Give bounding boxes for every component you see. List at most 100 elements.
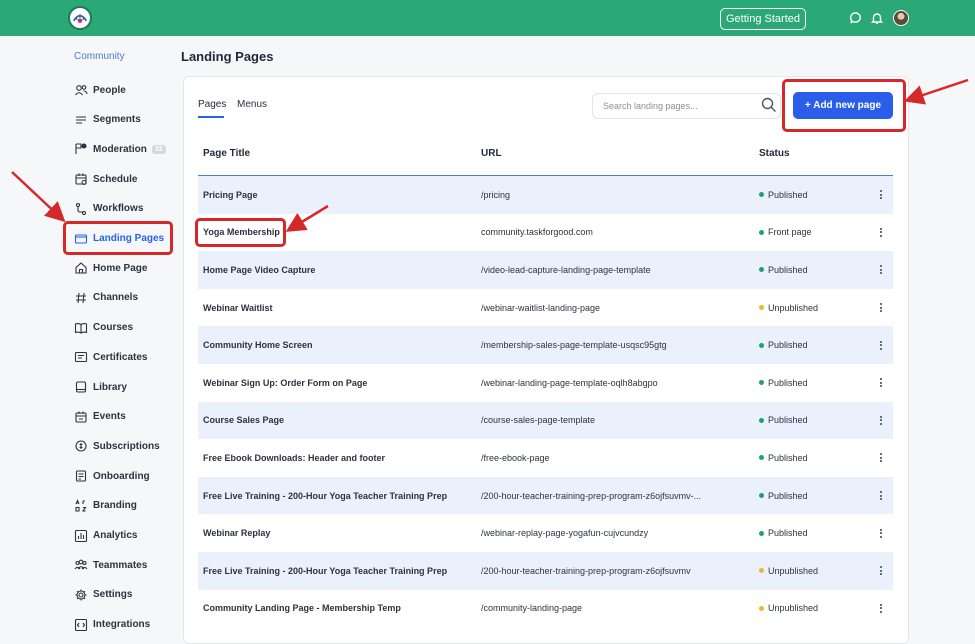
- more-options-icon[interactable]: [878, 225, 884, 239]
- sidebar-item-moderation[interactable]: Moderation 32: [74, 139, 166, 159]
- branding-icon: [74, 498, 88, 513]
- table-row[interactable]: Free Live Training - 200-Hour Yoga Teach…: [198, 476, 893, 515]
- sidebar-item-teammates[interactable]: Teammates: [74, 555, 147, 575]
- page-title-cell[interactable]: Webinar Sign Up: Order Form on Page: [203, 378, 473, 388]
- certificate-icon: [74, 350, 88, 364]
- table-row[interactable]: Webinar Waitlist/webinar-waitlist-landin…: [198, 289, 893, 327]
- sidebar-item-settings[interactable]: Settings: [74, 585, 132, 605]
- more-options-icon[interactable]: [878, 376, 884, 390]
- url-cell: /pricing: [481, 189, 511, 200]
- integrations-icon: [74, 618, 88, 632]
- status-dot: [759, 229, 764, 235]
- sidebar-item-label: People: [93, 84, 126, 96]
- sidebar-item-analytics[interactable]: Analytics: [74, 526, 137, 546]
- sidebar-item-label: Branding: [93, 500, 137, 512]
- status-label: Unpublished: [768, 302, 819, 313]
- page-title-cell[interactable]: Pricing Page: [203, 190, 473, 200]
- sidebar-item-segments[interactable]: Segments: [74, 110, 141, 130]
- more-options-icon[interactable]: [878, 601, 884, 615]
- sidebar-item-label: Workflows: [93, 203, 144, 215]
- url-cell: /community-landing-page: [481, 603, 583, 614]
- page-title-cell[interactable]: Free Live Training - 200-Hour Yoga Teach…: [203, 566, 473, 576]
- sidebar-item-workflows[interactable]: Workflows: [74, 199, 143, 219]
- url-cell: /free-ebook-page: [481, 452, 550, 463]
- status-badge: Front page: [759, 227, 812, 237]
- status-dot: [759, 417, 764, 423]
- sidebar-item-certificates[interactable]: Certificates: [74, 347, 147, 367]
- active-tab-indicator: [198, 116, 224, 118]
- page-title-cell[interactable]: Community Landing Page - Membership Temp: [203, 603, 473, 613]
- sidebar-item-home-page[interactable]: Home Page: [74, 258, 147, 278]
- more-options-icon[interactable]: [878, 301, 884, 315]
- moderation-icon: [74, 142, 88, 156]
- sidebar-item-label: Certificates: [93, 351, 148, 363]
- sidebar-item-channels[interactable]: Channels: [74, 288, 138, 308]
- search-input[interactable]: [592, 93, 781, 119]
- sidebar-section-community[interactable]: Community: [74, 51, 125, 62]
- top-bar: [0, 0, 975, 36]
- book-icon: [74, 321, 88, 335]
- page-title-cell[interactable]: Home Page Video Capture: [203, 265, 473, 275]
- teammates-icon: [74, 558, 88, 572]
- more-options-icon[interactable]: [878, 451, 884, 465]
- more-options-icon[interactable]: [878, 263, 884, 277]
- user-avatar[interactable]: [893, 10, 909, 26]
- tab-pages[interactable]: Pages: [198, 99, 226, 110]
- sidebar-item-label: Segments: [93, 114, 141, 126]
- sidebar-item-branding[interactable]: Branding: [74, 496, 137, 516]
- sidebar-item-label: Moderation: [93, 143, 147, 155]
- more-options-icon[interactable]: [878, 338, 884, 352]
- sidebar-item-people[interactable]: People: [74, 80, 126, 100]
- bell-icon[interactable]: [870, 11, 884, 25]
- sidebar-item-library[interactable]: Library: [74, 377, 127, 397]
- page-title-cell[interactable]: Course Sales Page: [203, 415, 473, 425]
- logo-icon[interactable]: [68, 6, 92, 30]
- page-title-cell[interactable]: Free Live Training - 200-Hour Yoga Teach…: [203, 491, 473, 501]
- table-row[interactable]: Free Live Training - 200-Hour Yoga Teach…: [198, 551, 893, 590]
- page-title-cell[interactable]: Webinar Replay: [203, 528, 473, 538]
- getting-started-button[interactable]: Getting Started: [720, 8, 806, 30]
- page-title-cell[interactable]: Free Ebook Downloads: Header and footer: [203, 453, 473, 463]
- sidebar-item-landing-pages[interactable]: Landing Pages: [74, 229, 164, 249]
- table-row[interactable]: Yoga Membership community.taskforgood.com…: [198, 214, 893, 252]
- table-row[interactable]: Course Sales Page/course-sales-page-temp…: [198, 401, 893, 440]
- page-title-cell[interactable]: Webinar Waitlist: [203, 303, 473, 313]
- table-row[interactable]: Pricing Page/pricing Published: [198, 176, 893, 214]
- sidebar-item-events[interactable]: Events: [74, 407, 126, 427]
- status-dot: [759, 267, 764, 273]
- more-options-icon[interactable]: [878, 489, 884, 503]
- chat-icon[interactable]: [849, 11, 863, 25]
- more-options-icon[interactable]: [878, 564, 884, 578]
- page-title-cell[interactable]: Community Home Screen: [203, 340, 473, 350]
- url-cell: /200-hour-teacher-training-prep-program-…: [481, 565, 691, 576]
- calendar-icon: [74, 410, 88, 424]
- table-row[interactable]: Free Ebook Downloads: Header and footer /…: [198, 439, 893, 477]
- page-title-cell[interactable]: Yoga Membership: [203, 227, 473, 237]
- table-row[interactable]: Webinar Replay/webinar-replay-page-yogaf…: [198, 514, 893, 552]
- add-new-page-button[interactable]: + Add new page: [793, 92, 893, 119]
- status-dot: [759, 568, 764, 574]
- landing-pages-table: Pricing Page/pricing Published Yoga Member…: [198, 176, 893, 627]
- table-row[interactable]: Webinar Sign Up: Order Form on Page/webi…: [198, 364, 893, 402]
- column-header-page-title: Page Title: [203, 148, 251, 159]
- table-row[interactable]: Community Home Screen/membership-sales-p…: [198, 326, 893, 364]
- more-options-icon[interactable]: [878, 188, 884, 202]
- sidebar-item-schedule[interactable]: Schedule: [74, 169, 137, 189]
- url-cell: /webinar-waitlist-landing-page: [481, 302, 601, 313]
- sidebar-item-integrations[interactable]: Integrations: [74, 615, 150, 635]
- gear-icon: [74, 588, 88, 602]
- search-icon[interactable]: [761, 97, 777, 113]
- status-label: Published: [768, 189, 808, 200]
- more-options-icon[interactable]: [878, 413, 884, 427]
- workflows-icon: [74, 202, 88, 216]
- tab-menus[interactable]: Menus: [237, 99, 267, 110]
- status-badge: Published: [759, 453, 808, 463]
- table-row[interactable]: Home Page Video Capture/video-lead-captu…: [198, 251, 893, 289]
- more-options-icon[interactable]: [878, 526, 884, 540]
- sidebar-item-subscriptions[interactable]: Subscriptions: [74, 436, 160, 456]
- sidebar-item-courses[interactable]: Courses: [74, 318, 133, 338]
- sidebar-item-onboarding[interactable]: Onboarding: [74, 466, 150, 486]
- segments-icon: [74, 113, 88, 127]
- table-row[interactable]: Community Landing Page - Membership Temp…: [198, 590, 893, 628]
- page-title: Landing Pages: [181, 49, 274, 64]
